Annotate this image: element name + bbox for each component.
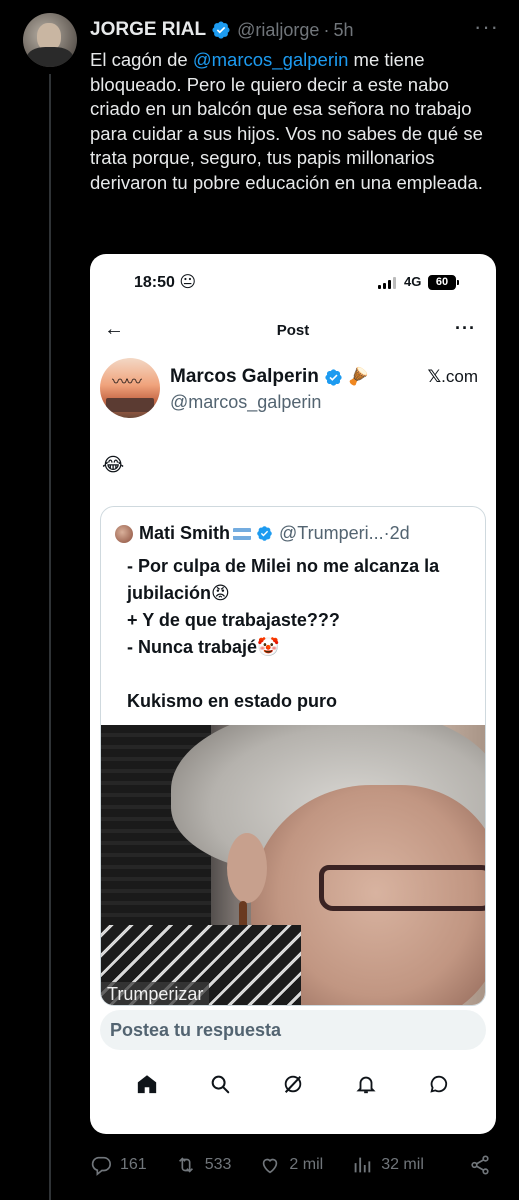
video-caption: Trumperizar	[101, 982, 210, 1005]
post-navbar: ← Post ···	[90, 318, 496, 346]
argentina-flag-icon	[233, 527, 252, 540]
post-author-name: Marcos Galperin	[170, 366, 319, 387]
signal-icon	[378, 277, 396, 289]
drum-emoji-icon: 🪘	[347, 367, 370, 386]
birds-graphic: 〰〰	[112, 374, 142, 391]
battery-icon: 60	[428, 275, 459, 290]
more-options-icon[interactable]: ···	[474, 16, 499, 38]
search-icon	[211, 1075, 230, 1094]
tweet-text: El cagón de @marcos_galperin me tiene bl…	[90, 48, 502, 195]
video-ear	[227, 833, 267, 903]
author-name[interactable]: JORGE RIAL	[90, 19, 206, 41]
verified-badge-icon	[257, 526, 272, 541]
author-avatar[interactable]	[23, 13, 77, 67]
views-chart-icon	[354, 1157, 371, 1173]
share-button[interactable]	[469, 1154, 499, 1176]
network-label: 4G	[404, 274, 422, 289]
quote-line-4: Kukismo en estado puro	[127, 691, 338, 711]
phone-status-bar: 18:50 😐 4G 60	[90, 272, 496, 296]
quote-text: - Por culpa de Milei no me alcanza la ju…	[127, 553, 479, 715]
quote-time: 2d	[389, 523, 410, 543]
galperin-avatar: 〰〰	[100, 358, 160, 418]
messages-icon	[430, 1075, 448, 1093]
home-icon	[137, 1075, 156, 1094]
mention-link[interactable]: @marcos_galperin	[193, 49, 349, 70]
x-com-suffix: .com	[441, 367, 478, 386]
reply-count: 161	[120, 1156, 147, 1173]
phone-tab-bar	[90, 1064, 496, 1104]
repost-count: 533	[204, 1156, 232, 1173]
thread-line	[49, 74, 51, 1200]
views-button[interactable]: 32 mil	[351, 1154, 424, 1176]
quote-line-1: - Por culpa de Milei no me alcanza la ju…	[127, 556, 440, 603]
separator-dot: ·	[323, 19, 330, 40]
quote-video-thumbnail: Trumperizar	[101, 725, 485, 1005]
views-count: 32 mil	[381, 1156, 424, 1173]
heart-icon	[263, 1158, 278, 1174]
quoted-post: Mati Smith @Trumperi... · 2d - Por culpa…	[100, 506, 486, 1006]
reply-icon	[91, 1156, 111, 1176]
reply-input: Postea tu respuesta	[100, 1010, 486, 1050]
repost-icon	[178, 1157, 193, 1173]
grok-icon	[284, 1075, 302, 1093]
city-graphic	[106, 398, 154, 412]
x-com-watermark: 𝕏.com	[427, 367, 478, 387]
quote-avatar	[115, 524, 133, 543]
tweet-text-start: El cagón de	[90, 49, 193, 70]
tweet-time[interactable]: 5h	[333, 20, 353, 41]
quote-author-handle: @Trumperi...	[279, 523, 384, 543]
notifications-bell-icon	[356, 1076, 376, 1094]
quote-line-3: - Nunca trabajé🤡	[127, 637, 280, 657]
tweet-header: JORGE RIAL @rialjorge · 5h ···	[90, 16, 499, 43]
verified-badge-icon	[212, 21, 230, 39]
video-glasses	[319, 865, 485, 911]
quote-header: Mati Smith @Trumperi... · 2d	[115, 523, 475, 544]
reply-button[interactable]: 161	[90, 1154, 147, 1176]
like-button[interactable]: 2 mil	[259, 1154, 323, 1176]
like-count: 2 mil	[289, 1156, 324, 1173]
nav-title: Post	[276, 322, 310, 339]
author-handle[interactable]: @rialjorge	[237, 20, 319, 41]
tweet-actions: 161 533 2 mil 32 mil	[90, 1152, 499, 1178]
attached-screenshot[interactable]: 18:50 😐 4G 60 ← Post ··· 〰〰 Marcos Galpe…	[90, 254, 496, 1134]
status-time: 18:50 😐	[134, 274, 197, 291]
quote-author-name: Mati Smith	[139, 523, 231, 543]
share-icon	[471, 1155, 489, 1175]
post-author-row: Marcos Galperin 🪘	[170, 366, 369, 388]
post-author-handle: @marcos_galperin	[170, 392, 322, 412]
x-logo-icon: 𝕏	[427, 367, 442, 386]
repost-button[interactable]: 533	[175, 1154, 232, 1176]
quote-line-2: + Y de que trabajaste???	[127, 610, 340, 630]
tweet-text-rest: me tiene bloqueado. Pero le quiero decir…	[90, 49, 483, 193]
verified-badge-icon	[325, 368, 342, 386]
avatar-shirt	[27, 47, 73, 67]
nav-more-icon: ···	[455, 318, 476, 338]
post-text: 😂	[102, 455, 125, 476]
